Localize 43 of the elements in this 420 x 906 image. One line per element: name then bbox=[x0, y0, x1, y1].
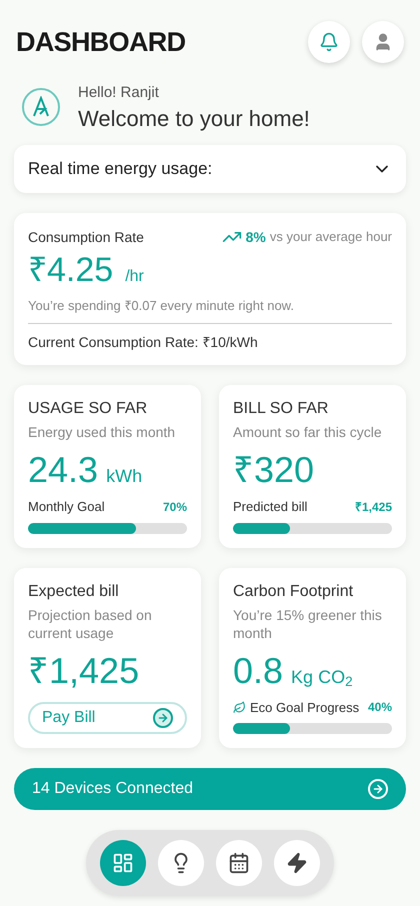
card-title: USAGE SO FAR bbox=[28, 399, 148, 419]
card-title: BILL SO FAR bbox=[233, 399, 330, 419]
bar-label: Predicted bill bbox=[233, 498, 308, 516]
pay-bill-button[interactable]: Pay Bill bbox=[28, 702, 187, 734]
card-value: ₹1,425 bbox=[28, 648, 140, 692]
spending-note: You’re spending ₹0.07 every minute right now. bbox=[28, 296, 295, 315]
bar-label: Eco Goal Progress bbox=[250, 698, 360, 717]
card-subtitle: Energy used this month bbox=[28, 423, 176, 441]
notification-button[interactable] bbox=[308, 21, 350, 63]
nav-button[interactable] bbox=[274, 840, 320, 886]
usage-dropdown[interactable]: Real time energy usage: bbox=[14, 144, 406, 192]
card-title: Expected bill bbox=[28, 582, 120, 602]
nav-button[interactable] bbox=[158, 840, 204, 886]
bar-value: ₹1,425 bbox=[354, 498, 392, 516]
card-subtitle: Amount so far this cycle bbox=[233, 423, 383, 441]
dashboard-icon bbox=[112, 852, 134, 874]
bar-label: Monthly Goal bbox=[28, 498, 105, 516]
bell-icon bbox=[319, 32, 339, 52]
card-title: Carbon Footprint bbox=[233, 582, 354, 602]
nav-button[interactable] bbox=[216, 840, 262, 886]
card-value: 0.8 bbox=[233, 648, 284, 692]
card-unit: kWh bbox=[106, 465, 142, 488]
devices-button[interactable]: 14 Devices Connected bbox=[14, 768, 406, 810]
card-unit: Kg CO$_{2}$ bbox=[291, 666, 353, 690]
profile-button[interactable] bbox=[362, 21, 404, 63]
lightning-icon bbox=[286, 852, 308, 874]
calendar-icon bbox=[228, 852, 250, 874]
bar-value: 40% bbox=[368, 699, 392, 716]
logo-icon bbox=[22, 88, 60, 126]
rate-unit: /hr bbox=[125, 266, 144, 286]
card-value: ₹320 bbox=[233, 448, 314, 492]
card-subtitle: You’re 15% greener this month bbox=[233, 606, 383, 642]
card-value: 24.3 bbox=[28, 448, 98, 492]
page-title: DASHBOARD bbox=[16, 26, 186, 59]
bar-value: 70% bbox=[162, 498, 187, 516]
rate-value: ₹4.25 bbox=[28, 250, 114, 290]
trend-text: vs your average hour bbox=[270, 228, 392, 246]
card-subtitle: Projection based on current usage bbox=[28, 606, 153, 642]
trend-percent: 8% bbox=[246, 228, 266, 246]
greeting-text: Hello! Ranjit bbox=[78, 83, 160, 103]
card-title: Consumption Rate bbox=[28, 228, 144, 247]
rate-text: Current Consumption Rate: ₹10/kWh bbox=[28, 333, 259, 352]
welcome-text: Welcome to your home! bbox=[78, 104, 310, 132]
